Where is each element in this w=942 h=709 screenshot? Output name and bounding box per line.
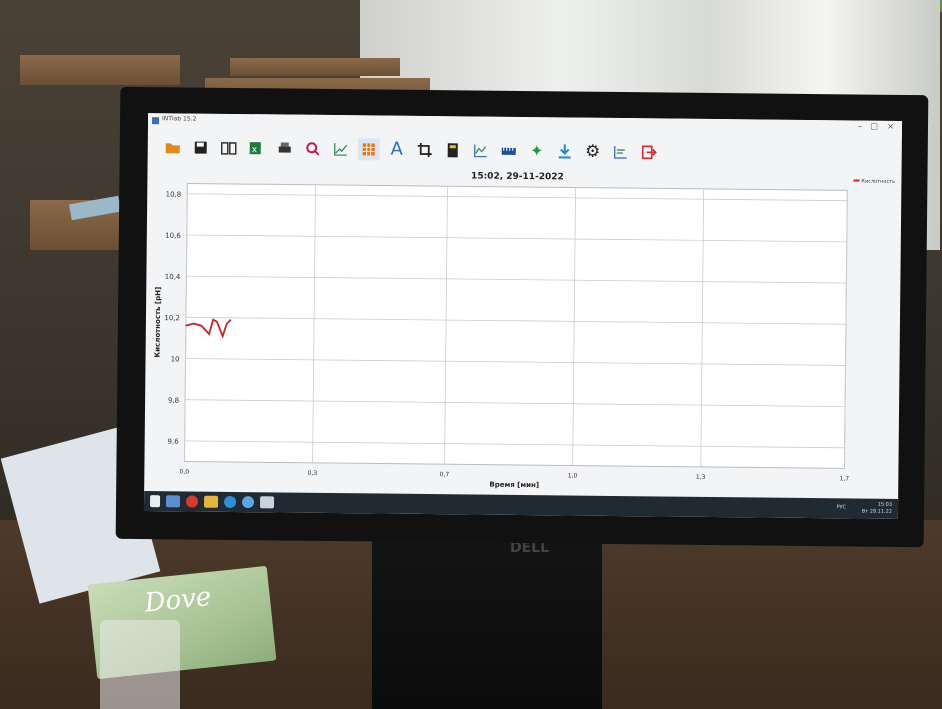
app-title: INTlab 15.2	[162, 115, 197, 123]
x-tick-label: 1,7	[840, 475, 850, 482]
excel-export-icon[interactable]: x	[246, 137, 268, 159]
school-desk	[230, 58, 400, 76]
y-tick-label: 10	[171, 355, 180, 363]
taskbar-intlab-icon[interactable]	[259, 496, 275, 509]
crop-icon[interactable]	[414, 139, 436, 161]
taskbar-chrome-icon[interactable]	[241, 496, 255, 509]
clock-date: Вт 29.11.22	[861, 508, 893, 515]
y-axis-label: Кислотность [pH]	[154, 287, 163, 358]
chart-options-icon[interactable]	[470, 139, 492, 161]
x-tick-label: 0,0	[180, 468, 190, 475]
glass	[100, 620, 180, 709]
screen: INTlab 15.2 – □ × x A ✦ ⚙ 15:02, 29-11-2…	[143, 113, 903, 519]
minimize-button[interactable]: –	[858, 122, 862, 131]
app-icon	[151, 117, 160, 125]
book-icon[interactable]	[218, 137, 240, 159]
y-tick-label: 10,4	[165, 273, 181, 281]
exit-icon[interactable]	[638, 141, 660, 163]
maximize-button[interactable]: □	[870, 122, 878, 131]
x-tick-label: 1,0	[568, 472, 578, 479]
ph-chart: 15:02, 29-11-2022 10,8 10,6 10,4 10,2 10 9,8 9,…	[154, 171, 896, 490]
system-clock[interactable]: 15:03 Вт 29.11.22	[862, 502, 892, 516]
calculator-icon[interactable]	[442, 139, 464, 161]
print-icon[interactable]	[274, 137, 296, 159]
language-indicator[interactable]: РУС	[836, 504, 846, 510]
x-tick-label: 0,3	[308, 470, 318, 477]
y-tick-label: 9,8	[168, 397, 179, 405]
chart-title: 15:02, 29-11-2022	[471, 171, 564, 182]
x-tick-label: 1,3	[696, 474, 706, 481]
y-tick-label: 10,2	[164, 314, 180, 322]
taskbar-folder-icon[interactable]	[203, 495, 219, 508]
y-tick-label: 9,6	[167, 438, 179, 446]
start-icon[interactable]	[149, 495, 161, 508]
monitor: INTlab 15.2 – □ × x A ✦ ⚙ 15:02, 29-11-2…	[115, 86, 929, 548]
save-icon[interactable]	[190, 137, 212, 159]
y-tick-label: 10,6	[165, 232, 181, 240]
taskbar-browser-icon[interactable]	[185, 495, 199, 508]
close-button[interactable]: ×	[887, 122, 894, 131]
open-folder-icon[interactable]	[162, 136, 184, 158]
settings-icon[interactable]: ⚙	[582, 141, 604, 163]
table-grid-icon[interactable]	[357, 138, 380, 161]
zoom-icon[interactable]	[302, 138, 324, 160]
chart-settings-icon[interactable]	[610, 141, 632, 163]
soap-brand-label: Dove	[143, 581, 213, 619]
school-desk	[20, 55, 180, 85]
plot-area	[183, 182, 848, 469]
line-chart-icon[interactable]	[330, 138, 352, 160]
x-tick-label: 0,7	[440, 471, 450, 478]
download-icon[interactable]	[554, 140, 576, 162]
legend-label: Кислотность	[861, 179, 895, 185]
sensor-icon[interactable]	[498, 140, 520, 162]
monitor-stand	[372, 540, 602, 709]
y-tick-label: 10,8	[166, 191, 182, 199]
taskbar-edge-icon[interactable]	[223, 495, 237, 509]
run-icon[interactable]: ✦	[526, 140, 548, 162]
text-icon[interactable]: A	[386, 139, 408, 161]
svg-text:x: x	[252, 145, 258, 155]
x-axis-label: Время [мин]	[489, 481, 539, 490]
taskbar-app-icon[interactable]	[165, 495, 181, 508]
